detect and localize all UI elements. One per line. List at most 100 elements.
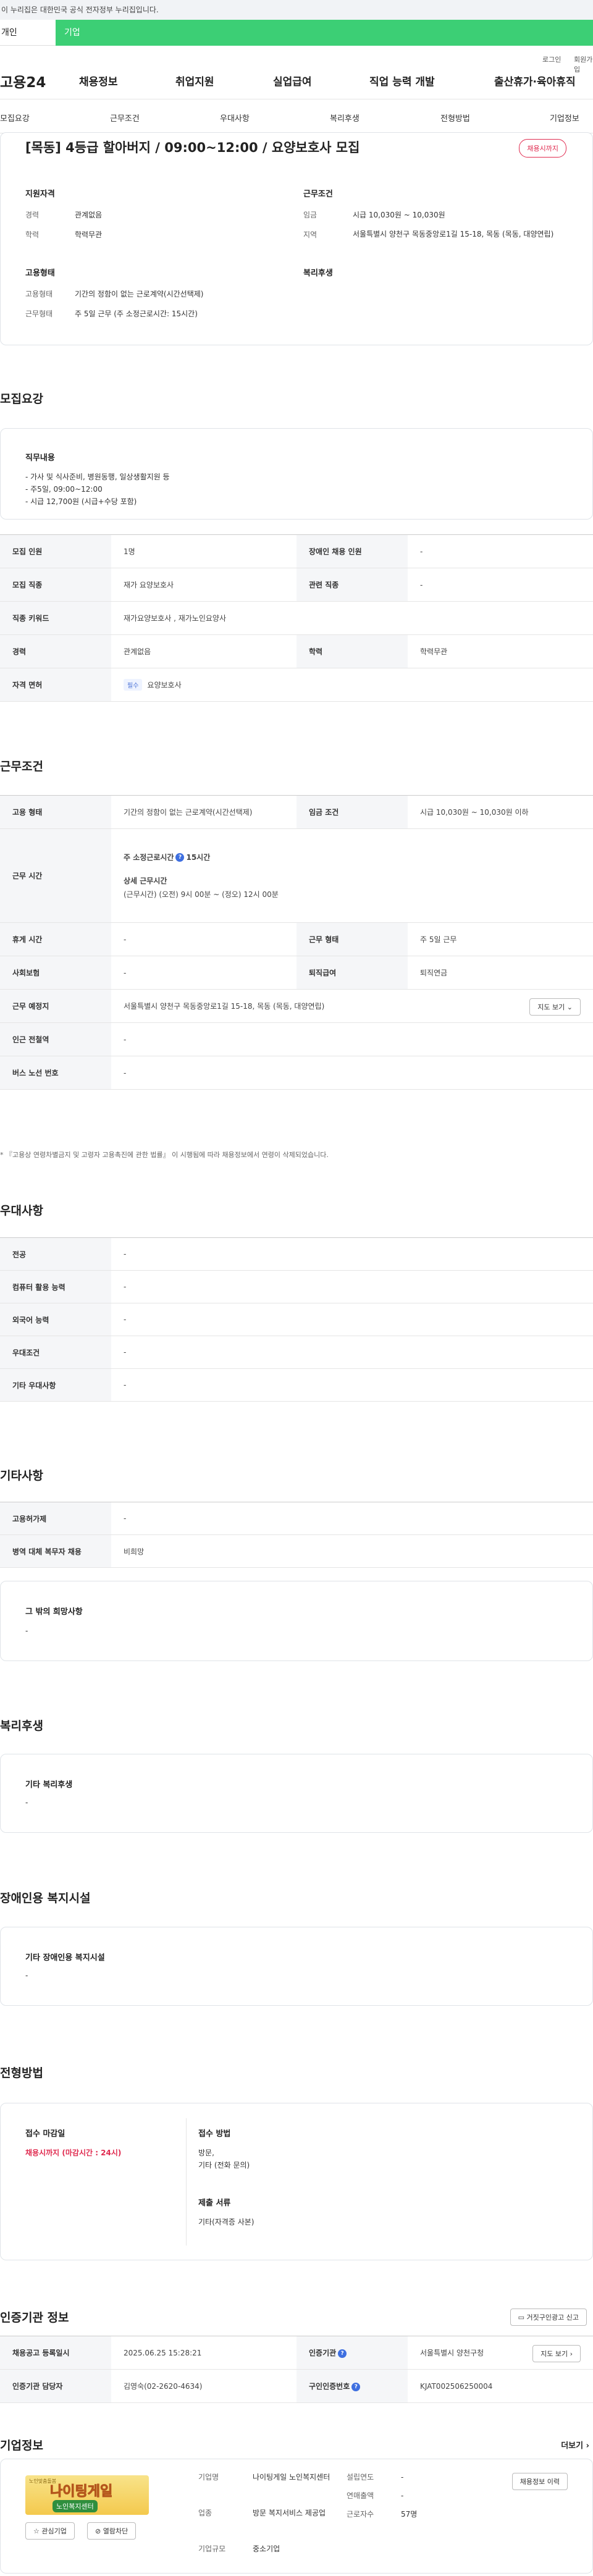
emp-type: 고용형태 기간의 정함이 없는 근로계약(시간선택제) — [25, 290, 204, 298]
user-type-tabs: 개인 기업 — [0, 20, 593, 46]
block-label: 열람차단 — [103, 2527, 128, 2535]
method-line: 기타 (전화 문의) — [198, 2161, 250, 2170]
company-industry-field: 업종 방문 복지서비스 제공업 — [198, 2509, 326, 2517]
qualification-heading: 지원자격 — [25, 190, 55, 199]
deadline-label: 접수 마감일 — [25, 2129, 65, 2139]
work-wage: 임금 시급 10,030원 ~ 10,030원 — [303, 211, 445, 219]
qual-experience: 경력 관계없음 — [25, 211, 103, 219]
preferred-section-title: 우대사항 — [0, 1204, 43, 1218]
duty-line: - 시급 12,700원 (시급+수당 포함) — [25, 497, 137, 506]
info-icon[interactable]: ? — [338, 2349, 347, 2358]
gov-notice-text: 이 누리집은 대한민국 공식 전자정부 누리집입니다. — [1, 6, 159, 14]
revenue-field: 연매출액 - — [347, 2491, 404, 2500]
table-header: 인증기관? — [296, 2336, 408, 2370]
anchor-company[interactable]: 기업정보 — [550, 112, 579, 124]
agency-section-title: 인증기관 정보 — [0, 2311, 69, 2325]
company-section: 기업정보 더보기 › 노인맞춤돌봄 나이팅게일 노인복지센터 ☆ 관심기업 ⊘ … — [0, 2436, 593, 2576]
table-row: 버스 노선 번호 - — [0, 1056, 593, 1090]
table-header: 퇴직급여 — [296, 956, 408, 990]
table-cell: 주 5일 근무 — [408, 922, 593, 956]
nav-unemployment-benefit[interactable]: 실업급여 — [273, 73, 312, 88]
company-name-field: 기업명 나이팅게일 노인복지센터 — [198, 2473, 330, 2481]
table-header: 채용공고 등록일시 — [0, 2336, 111, 2370]
map-view-button[interactable]: 지도 보기 ⌄ — [529, 998, 581, 1016]
table-row: 고용허가제 - — [0, 1502, 593, 1535]
nav-parental-leave[interactable]: 출산휴가·육아휴직 — [494, 73, 576, 88]
nav-job-info[interactable]: 채용정보 — [79, 73, 118, 88]
tab-business[interactable]: 기업 — [56, 20, 593, 46]
disabled-label: 기타 장애인용 복지시설 — [25, 1953, 105, 1963]
table-row: 직종 키워드 재가요양보호사 , 재가노인요양사 — [0, 601, 593, 635]
etc-table: 고용허가제 - 병역 대체 복무자 채용 비희망 — [0, 1502, 593, 1568]
block-icon: ⊘ — [95, 2527, 101, 2535]
nav-employment-support[interactable]: 취업지원 — [175, 73, 214, 88]
anchor-conditions[interactable]: 근무조건 — [110, 112, 140, 124]
deadline-value: 채용시까지 (마감시간 : 24시) — [25, 2149, 122, 2157]
info-icon[interactable]: ? — [351, 2382, 361, 2391]
table-row: 모집 직종 재가 요양보호사 관련 직종 - — [0, 568, 593, 602]
table-header: 임금 조건 — [296, 795, 408, 829]
table-cell: - — [111, 1270, 593, 1303]
table-row: 인증기관 담당자 김영숙(02-2620-4634) 구인인증번호? KJAT0… — [0, 2369, 593, 2403]
duty-box: 직무내용 - 가사 및 식사준비, 병원동행, 일상생활지원 등 - 주5일, … — [0, 428, 593, 520]
table-cell: 학력무관 — [408, 634, 593, 668]
table-header: 근무 시간 — [0, 828, 111, 923]
disabled-section-title: 장애인용 복지시설 — [0, 1892, 91, 1905]
table-cell: - — [111, 1368, 593, 1402]
qual-education: 학력 학력무관 — [25, 230, 103, 239]
agency-map-button[interactable]: 지도 보기 › — [532, 2345, 581, 2362]
more-label: 더보기 — [561, 2441, 584, 2451]
anchor-preferred[interactable]: 우대사항 — [220, 112, 250, 124]
nav-skills-development[interactable]: 직업 능력 개발 — [369, 73, 435, 88]
chevron-right-icon: › — [586, 2441, 589, 2451]
table-header: 사회보험 — [0, 956, 111, 990]
table-cell: - — [111, 1336, 593, 1369]
table-header: 전공 — [0, 1237, 111, 1271]
table-row: 병역 대체 복무자 채용 비희망 — [0, 1534, 593, 1568]
license-name: 요양보호사 — [147, 681, 182, 689]
table-cell: 김영숙(02-2620-4634) — [111, 2369, 296, 2403]
detail-hours-value: (근무시간) (오전) 9시 00분 ~ (정오) 12시 00분 — [124, 890, 279, 899]
utility-links: 로그인 회원가입 — [0, 46, 593, 74]
section-anchor-nav: 모집요강 근무조건 우대사항 복리후생 전형방법 기업정보 — [0, 99, 593, 133]
table-row: 기타 우대사항 - — [0, 1368, 593, 1402]
company-card: 노인맞춤돌봄 나이팅게일 노인복지센터 ☆ 관심기업 ⊘ 열람차단 기업명 나이팅… — [0, 2459, 593, 2574]
work-location: 지역 서울특별시 양천구 목동중앙로1길 15-18, 목동 (목동, 대양연립) — [303, 230, 554, 239]
company-size-field: 기업규모 중소기업 — [198, 2544, 280, 2553]
apply-method-label: 접수 방법 — [198, 2129, 231, 2139]
info-icon[interactable]: ? — [175, 853, 185, 862]
benefits-box: 기타 복리후생 - — [0, 1754, 593, 1833]
table-row: 휴게 시간 - 근무 형태 주 5일 근무 — [0, 922, 593, 956]
employment-type-heading: 고용형태 — [25, 269, 55, 278]
table-header: 고용허가제 — [0, 1502, 111, 1535]
company-more-link[interactable]: 더보기 › — [561, 2439, 589, 2451]
tab-personal[interactable]: 개인 — [0, 20, 56, 46]
table-cell: - — [111, 922, 296, 956]
anchor-recruit[interactable]: 모집요강 — [0, 112, 30, 124]
document-icon: ▭ — [518, 2313, 525, 2321]
agency-table: 채용공고 등록일시 2025.06.25 15:28:21 인증기관? 서울특별… — [0, 2336, 593, 2403]
table-cell: 2025.06.25 15:28:21 — [111, 2336, 296, 2370]
recruit-section-title: 모집요강 — [0, 392, 43, 406]
divider — [186, 2118, 187, 2246]
report-label: 거짓구인광고 신고 — [526, 2313, 579, 2321]
table-row: 인근 전철역 - — [0, 1022, 593, 1056]
duty-label: 직무내용 — [25, 453, 55, 463]
anchor-benefits[interactable]: 복리후생 — [330, 112, 360, 124]
hiring-history-button[interactable]: 채용정보 이력 — [511, 2473, 568, 2490]
table-row: 근무 시간 주 소정근로시간? 15시간 상세 근무시간 (근무시간) (오전) … — [0, 828, 593, 923]
favorite-company-button[interactable]: ☆ 관심기업 — [25, 2522, 75, 2540]
gov-notice-bar: 이 누리집은 대한민국 공식 전자정부 누리집입니다. — [0, 0, 593, 20]
site-logo[interactable]: 고용24 — [0, 70, 46, 91]
report-false-ad-button[interactable]: ▭ 거짓구인광고 신고 — [510, 2309, 587, 2326]
documents-label: 제출 서류 — [198, 2199, 231, 2208]
duty-line: - 주5일, 09:00~12:00 — [25, 485, 103, 494]
table-row: 채용공고 등록일시 2025.06.25 15:28:21 인증기관? 서울특별… — [0, 2336, 593, 2370]
company-section-title: 기업정보 — [0, 2439, 43, 2452]
table-header: 직종 키워드 — [0, 601, 111, 635]
method-line: 방문, — [198, 2149, 214, 2157]
table-header: 인근 전철역 — [0, 1022, 111, 1056]
block-company-button[interactable]: ⊘ 열람차단 — [87, 2522, 137, 2540]
table-header: 기타 우대사항 — [0, 1368, 111, 1402]
anchor-selection[interactable]: 전형방법 — [440, 112, 470, 124]
